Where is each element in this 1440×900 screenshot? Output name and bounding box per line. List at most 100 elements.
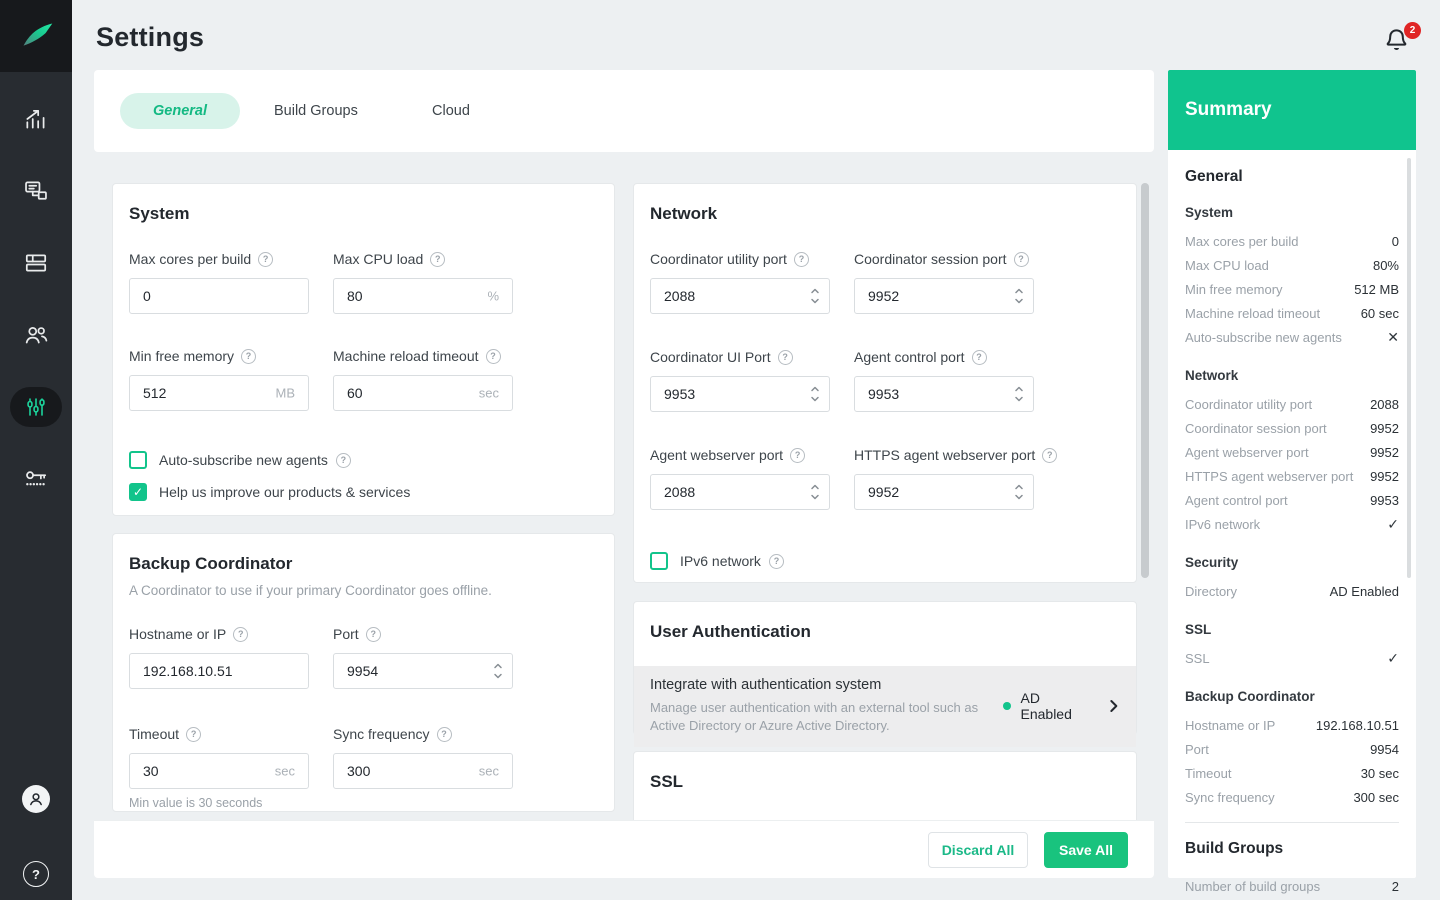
auth-integration-row[interactable]: Integrate with authentication system Man… <box>634 666 1136 748</box>
sidebar-item-builds[interactable] <box>0 155 72 227</box>
sidebar-item-users[interactable] <box>0 299 72 371</box>
auth-row-text: Integrate with authentication system Man… <box>650 677 1003 734</box>
reload-timeout-input[interactable] <box>334 376 512 410</box>
chevron-down-icon <box>1015 494 1023 500</box>
chevron-up-icon <box>1015 386 1023 392</box>
backup-port-label: Port <box>333 626 359 642</box>
ipv6-label: IPv6 network <box>680 553 761 569</box>
improve-products-checkbox-row[interactable]: ✓ Help us improve our products & service… <box>129 483 598 501</box>
sidebar-item-settings[interactable] <box>0 371 72 443</box>
sidebar-item-dashboard[interactable] <box>0 83 72 155</box>
help-icon[interactable]: ? <box>793 251 809 267</box>
number-stepper[interactable] <box>810 288 820 305</box>
discard-all-button[interactable]: Discard All <box>928 831 1028 868</box>
ipv6-checkbox-row[interactable]: IPv6 network ? <box>650 552 1120 570</box>
summary-row: Directory AD Enabled <box>1185 583 1399 599</box>
app-logo[interactable] <box>0 0 72 72</box>
tab-general[interactable]: General <box>120 93 240 129</box>
page-title: Settings <box>96 22 205 52</box>
backup-port-input[interactable] <box>334 654 512 688</box>
save-all-button[interactable]: Save All <box>1044 831 1128 868</box>
cross-icon: ✕ <box>1387 328 1399 345</box>
https-port-field: HTTPS agent webserver port? <box>854 447 1058 510</box>
max-cpu-input[interactable] <box>334 279 512 313</box>
sync-frequency-input[interactable] <box>334 754 512 788</box>
help-icon[interactable]: ? <box>1013 251 1029 267</box>
timeout-field: Timeout? sec Min value is 30 seconds <box>129 726 309 810</box>
question-mark-icon: ? <box>23 861 49 887</box>
timeout-label: Timeout <box>129 726 180 742</box>
help-icon[interactable]: ? <box>335 452 351 468</box>
notifications-button[interactable]: 2 <box>1383 22 1421 58</box>
sidebar-item-account[interactable] <box>0 763 72 835</box>
help-icon[interactable]: ? <box>768 553 784 569</box>
checkbox-unchecked[interactable] <box>129 451 147 469</box>
number-stepper[interactable] <box>1014 484 1024 501</box>
control-port-label: Agent control port <box>854 349 965 365</box>
auto-subscribe-label: Auto-subscribe new agents <box>159 452 328 468</box>
help-icon[interactable]: ? <box>241 348 257 364</box>
sidebar-item-agents[interactable] <box>0 227 72 299</box>
summary-row: Port 9954 <box>1185 741 1399 757</box>
summary-divider <box>1185 822 1399 823</box>
help-icon[interactable]: ? <box>436 726 452 742</box>
summary-row: Hostname or IP 192.168.10.51 <box>1185 717 1399 733</box>
help-icon[interactable]: ? <box>186 726 202 742</box>
ui-port-input[interactable] <box>651 377 829 411</box>
summary-row: Min free memory 512 MB <box>1185 281 1399 297</box>
checkbox-unchecked[interactable] <box>650 552 668 570</box>
number-stepper[interactable] <box>493 663 503 680</box>
sync-frequency-field: Sync frequency? sec <box>333 726 513 810</box>
auth-row-description: Manage user authentication with an exter… <box>650 700 979 733</box>
help-icon[interactable]: ? <box>258 251 274 267</box>
help-icon[interactable]: ? <box>485 348 501 364</box>
summary-scrollbar[interactable] <box>1407 158 1411 578</box>
help-icon[interactable]: ? <box>233 626 249 642</box>
min-memory-field: Min free memory? MB <box>129 348 309 411</box>
tab-build-groups[interactable]: Build Groups <box>274 93 358 129</box>
hostname-label: Hostname or IP <box>129 626 227 642</box>
settings-tabbar: General Build Groups Cloud <box>94 70 1154 152</box>
summary-row: Coordinator session port 9952 <box>1185 420 1399 436</box>
person-icon <box>30 793 42 806</box>
min-memory-input[interactable] <box>130 376 308 410</box>
tab-cloud[interactable]: Cloud <box>432 93 470 129</box>
help-icon[interactable]: ? <box>971 349 987 365</box>
summary-row: Sync frequency 300 sec <box>1185 789 1399 805</box>
max-cores-input[interactable] <box>130 279 308 313</box>
chevron-right-icon <box>1110 699 1118 712</box>
https-port-input[interactable] <box>855 475 1033 509</box>
auto-subscribe-checkbox-row[interactable]: Auto-subscribe new agents ? <box>129 451 598 469</box>
incredibuild-logo-icon <box>23 23 53 46</box>
timeout-helper-text: Min value is 30 seconds <box>129 796 263 810</box>
number-stepper[interactable] <box>1014 386 1024 403</box>
network-card-title: Network <box>650 204 718 223</box>
chart-trend-icon <box>26 110 45 129</box>
system-card: System Max cores per build? Max CPU load… <box>112 183 615 516</box>
help-icon[interactable]: ? <box>430 251 446 267</box>
control-port-input[interactable] <box>855 377 1033 411</box>
number-stepper[interactable] <box>1014 288 1024 305</box>
webserver-port-input[interactable] <box>651 475 829 509</box>
hostname-input[interactable] <box>130 654 308 688</box>
session-port-input[interactable] <box>855 279 1033 313</box>
sidebar-item-help[interactable]: ? <box>0 838 72 900</box>
summary-panel: Summary General System Max cores per bui… <box>1168 70 1416 894</box>
utility-port-input[interactable] <box>651 279 829 313</box>
help-icon[interactable]: ? <box>365 626 381 642</box>
help-icon[interactable]: ? <box>790 447 806 463</box>
number-stepper[interactable] <box>810 484 820 501</box>
summary-row: Timeout 30 sec <box>1185 765 1399 781</box>
timeout-input[interactable] <box>130 754 308 788</box>
summary-subsection-network: Network <box>1185 368 1239 383</box>
main-scrollbar[interactable] <box>1141 183 1149 578</box>
checkbox-checked[interactable]: ✓ <box>129 483 147 501</box>
number-stepper[interactable] <box>810 386 820 403</box>
sidebar-item-license[interactable] <box>0 443 72 515</box>
help-icon[interactable]: ? <box>1042 447 1058 463</box>
summary-row: IPv6 network ✓ <box>1185 515 1399 532</box>
key-icon <box>26 471 47 486</box>
help-icon[interactable]: ? <box>777 349 793 365</box>
session-port-field: Coordinator session port? <box>854 251 1034 314</box>
summary-row: Machine reload timeout 60 sec <box>1185 305 1399 321</box>
